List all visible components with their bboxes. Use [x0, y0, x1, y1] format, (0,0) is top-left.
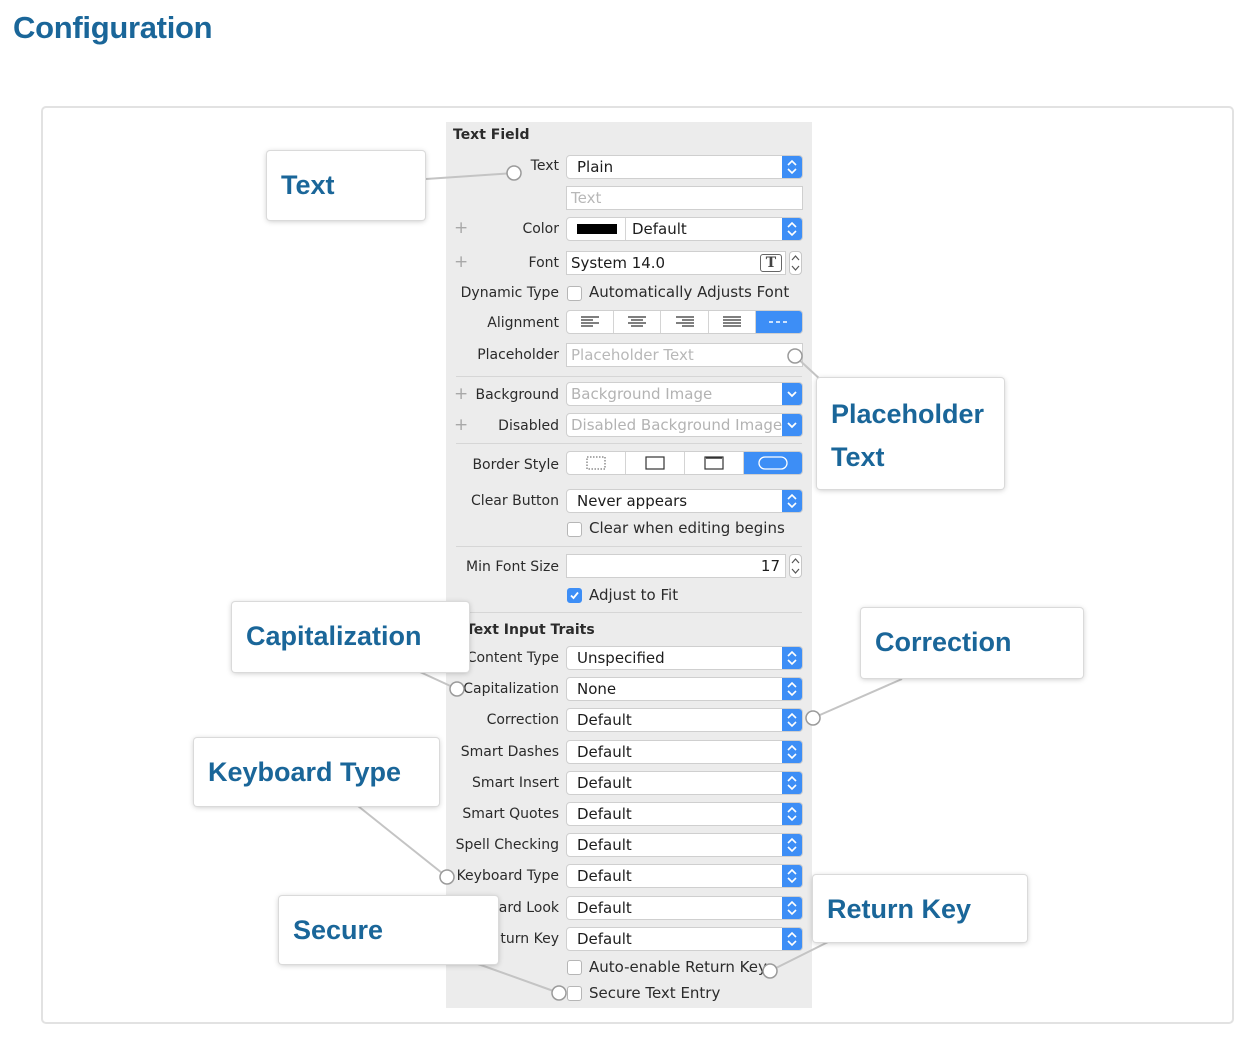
leader-correction — [812, 678, 903, 719]
callout-capitalization: Capitalization — [232, 602, 469, 672]
callout-anchor — [551, 985, 567, 1001]
callout-anchor — [787, 348, 803, 364]
callout-capitalization-label: Capitalization — [246, 621, 422, 651]
leader-text — [425, 172, 515, 180]
callout-placeholder-line2: Text — [831, 442, 885, 472]
callout-return-key-label: Return Key — [827, 894, 972, 924]
callout-keyboard-type: Keyboard Type — [194, 738, 439, 806]
callout-placeholder-text: Placeholder Text — [817, 378, 1004, 489]
callout-anchor — [439, 869, 455, 885]
callout-keyboard-type-label: Keyboard Type — [208, 757, 402, 787]
callout-text: Text — [267, 151, 425, 220]
callout-anchor — [805, 710, 821, 726]
callout-leader-lines — [357, 165, 903, 1001]
callout-placeholder-line1: Placeholder — [831, 399, 985, 429]
leader-secure — [477, 963, 560, 994]
leader-keyboard-type — [357, 805, 448, 878]
callout-text-label: Text — [281, 170, 335, 200]
callout-correction: Correction — [861, 608, 1083, 678]
leader-return-key — [769, 941, 829, 972]
callout-anchor — [762, 963, 778, 979]
callout-anchor — [449, 681, 465, 697]
callout-return-key: Return Key — [813, 875, 1027, 942]
callout-secure-label: Secure — [293, 915, 384, 945]
callout-secure: Secure — [279, 896, 498, 964]
callout-correction-label: Correction — [875, 627, 1012, 657]
callout-anchor — [506, 165, 522, 181]
